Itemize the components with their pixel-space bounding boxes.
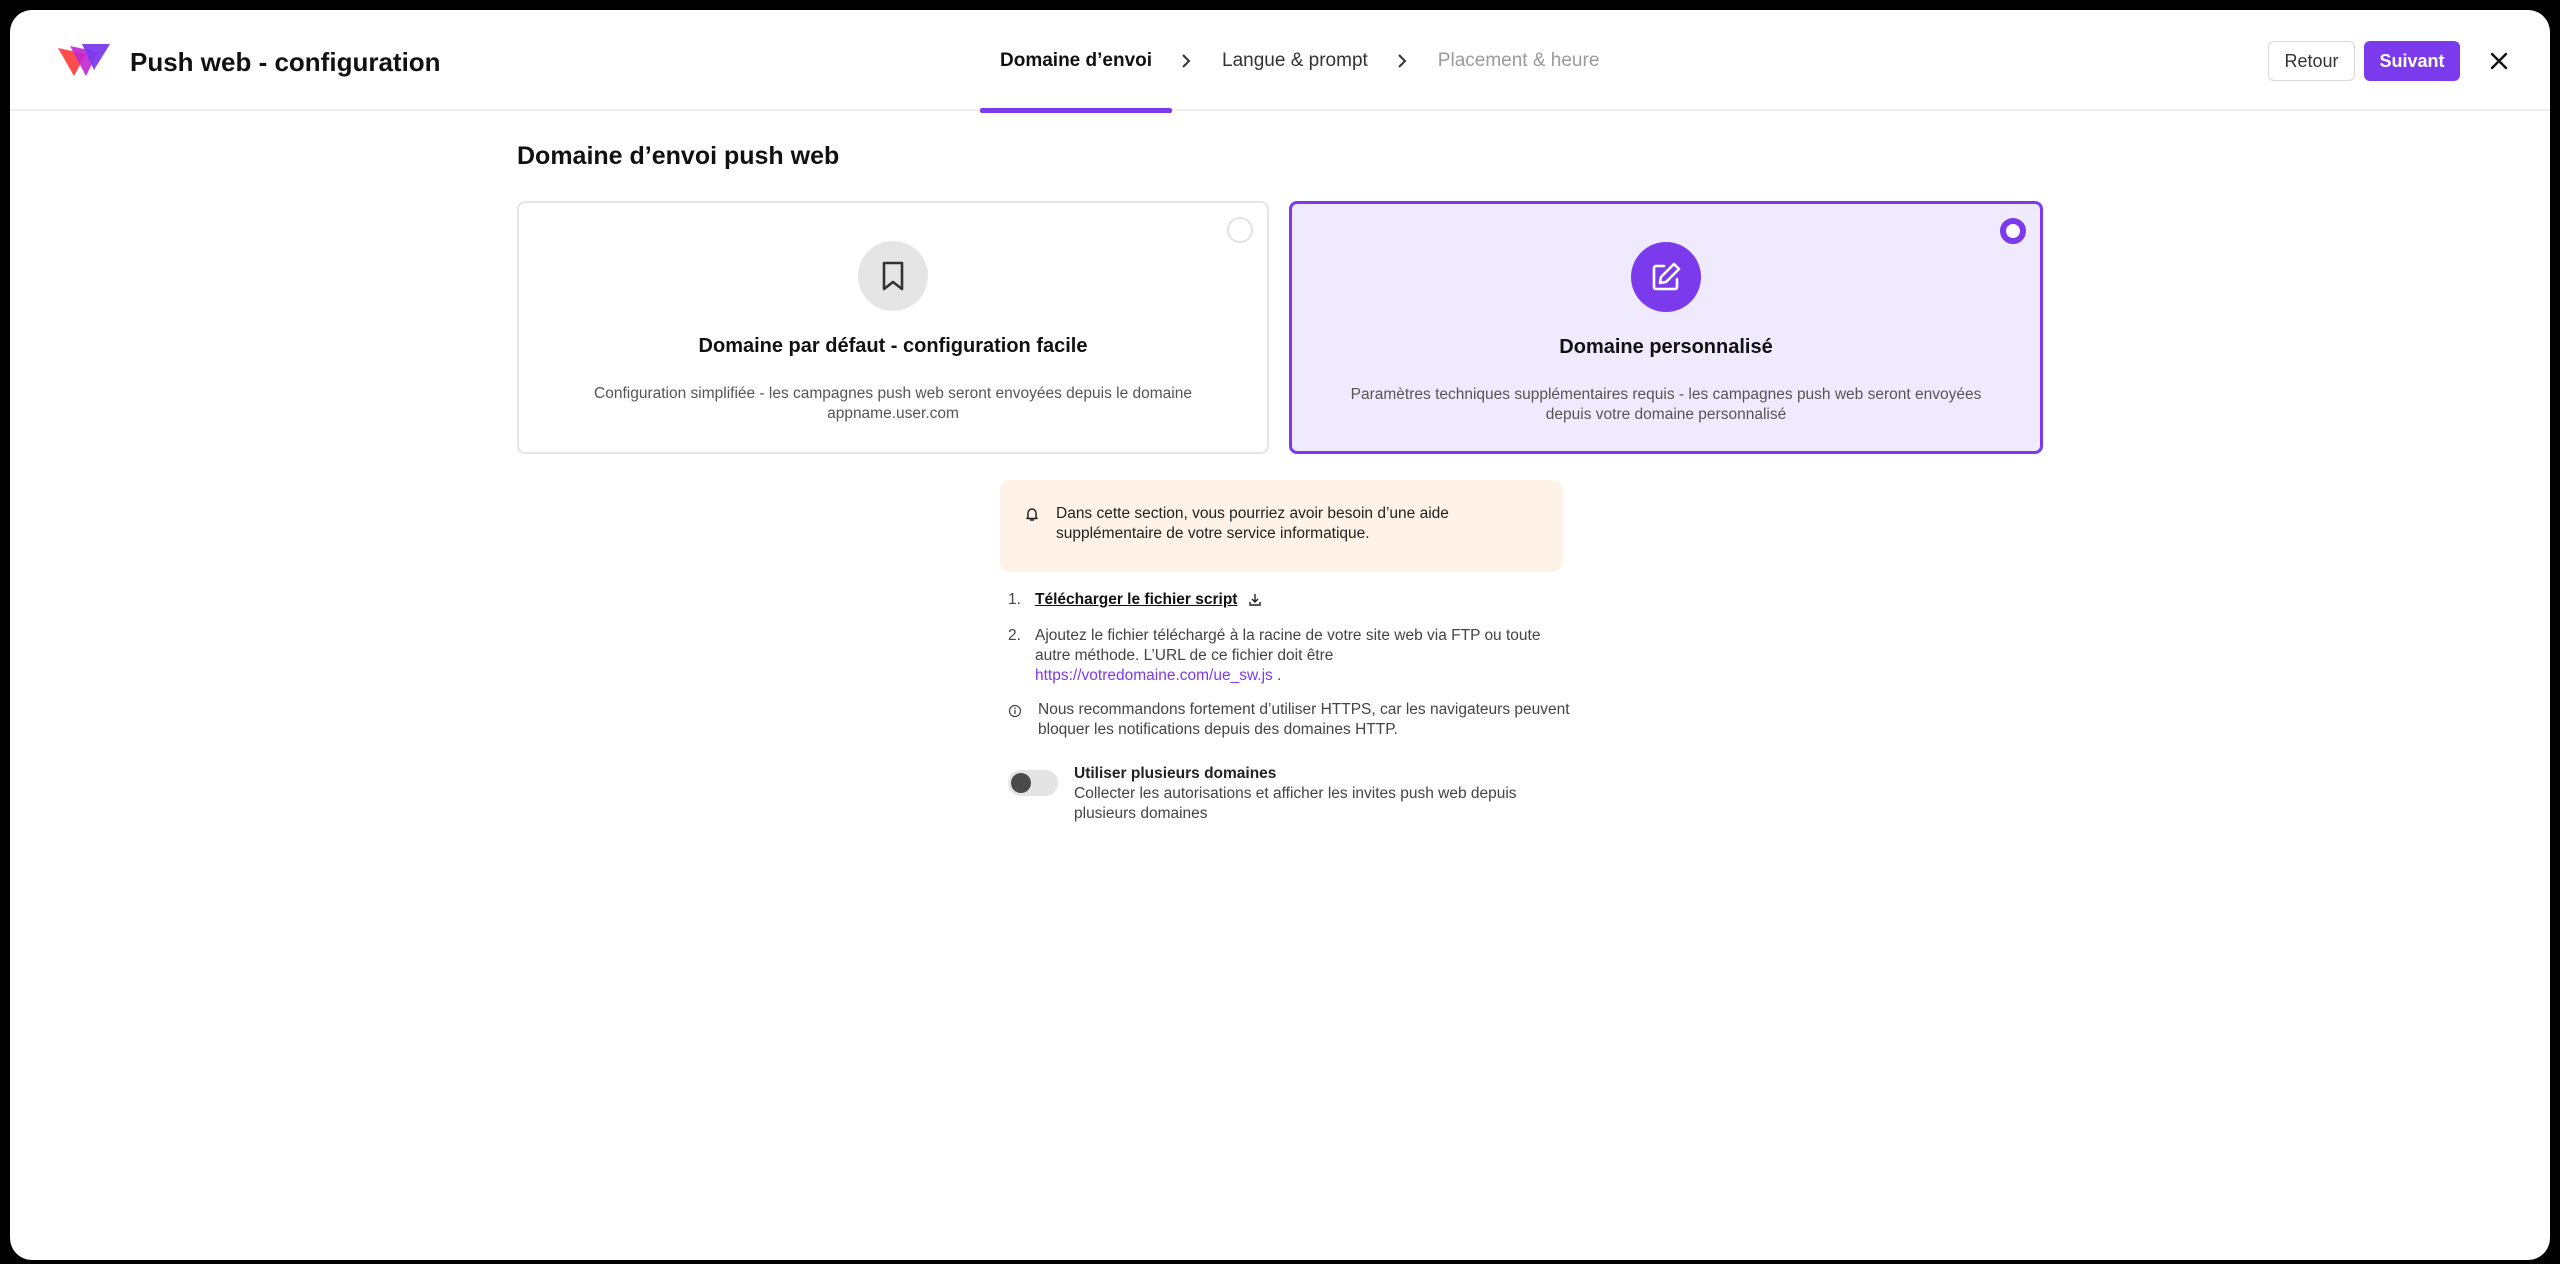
it-help-alert: Dans cette section, vous pourriez avoir … (1000, 480, 1563, 572)
multi-domain-text: Utiliser plusieurs domaines Collecter le… (1074, 764, 1554, 824)
list-item: 2. Ajoutez le fichier téléchargé à la ra… (1000, 626, 1570, 686)
multi-domain-row: Utiliser plusieurs domaines Collecter le… (1000, 764, 1570, 824)
download-script-link[interactable]: Télécharger le fichier script (1035, 591, 1237, 608)
download-icon[interactable] (1248, 593, 1262, 607)
https-note: Nous recommandons fortement d’utiliser H… (1000, 700, 1570, 740)
multi-domain-description: Collecter les autorisations et afficher … (1074, 785, 1517, 822)
option-default-domain[interactable]: Domaine par défaut - configuration facil… (517, 201, 1269, 454)
step2-text: Ajoutez le fichier téléchargé à la racin… (1035, 627, 1541, 664)
config-modal: Push web - configuration Domaine d’envoi… (10, 10, 2550, 1260)
option-description: Paramètres techniques supplémentaires re… (1350, 386, 1982, 423)
chevron-right-icon (1396, 53, 1410, 68)
setup-instructions: 1. Télécharger le fichier script 2. Ajou… (1000, 590, 1570, 824)
alert-text: Dans cette section, vous pourriez avoir … (1056, 505, 1449, 542)
script-url-link[interactable]: https://votredomaine.com/ue_sw.js (1035, 667, 1273, 684)
step-language-prompt[interactable]: Langue & prompt (1202, 10, 1388, 111)
info-icon (1008, 704, 1022, 718)
step2-suffix: . (1272, 667, 1282, 684)
app-title: Push web - configuration (130, 47, 441, 77)
multi-domain-toggle[interactable] (1008, 770, 1058, 796)
edit-icon (1631, 242, 1701, 312)
option-title: Domaine par défaut - configuration facil… (698, 335, 1088, 357)
step-sending-domain[interactable]: Domaine d’envoi (980, 10, 1173, 113)
stepper: Domaine d’envoi Langue & prompt Placemen… (980, 10, 1619, 113)
option-description: Configuration simplifiée - les campagnes… (594, 385, 1192, 422)
step-placement-time: Placement & heure (1437, 49, 1600, 71)
next-button[interactable]: Suivant (2364, 41, 2460, 81)
list-number: 2. (1008, 627, 1021, 644)
toggle-knob (1011, 773, 1031, 793)
app-logo-icon (58, 44, 110, 76)
close-icon[interactable] (2484, 46, 2514, 76)
radio-default-domain[interactable] (1227, 217, 1253, 243)
bookmark-icon (858, 241, 928, 311)
note-text: Nous recommandons fortement d’utiliser H… (1038, 701, 1570, 738)
list-item: 1. Télécharger le fichier script (1000, 590, 1570, 614)
back-button[interactable]: Retour (2268, 41, 2355, 81)
option-title: Domaine personnalisé (1559, 336, 1773, 358)
header: Push web - configuration Domaine d’envoi… (10, 10, 2550, 113)
chevron-right-icon (1180, 53, 1194, 68)
section-title: Domaine d’envoi push web (517, 142, 840, 170)
option-custom-domain[interactable]: Domaine personnalisé Paramètres techniqu… (1289, 201, 2043, 454)
radio-custom-domain[interactable] (2000, 218, 2026, 244)
bell-icon (1026, 508, 1038, 521)
multi-domain-title: Utiliser plusieurs domaines (1074, 765, 1277, 782)
list-number: 1. (1008, 591, 1021, 608)
